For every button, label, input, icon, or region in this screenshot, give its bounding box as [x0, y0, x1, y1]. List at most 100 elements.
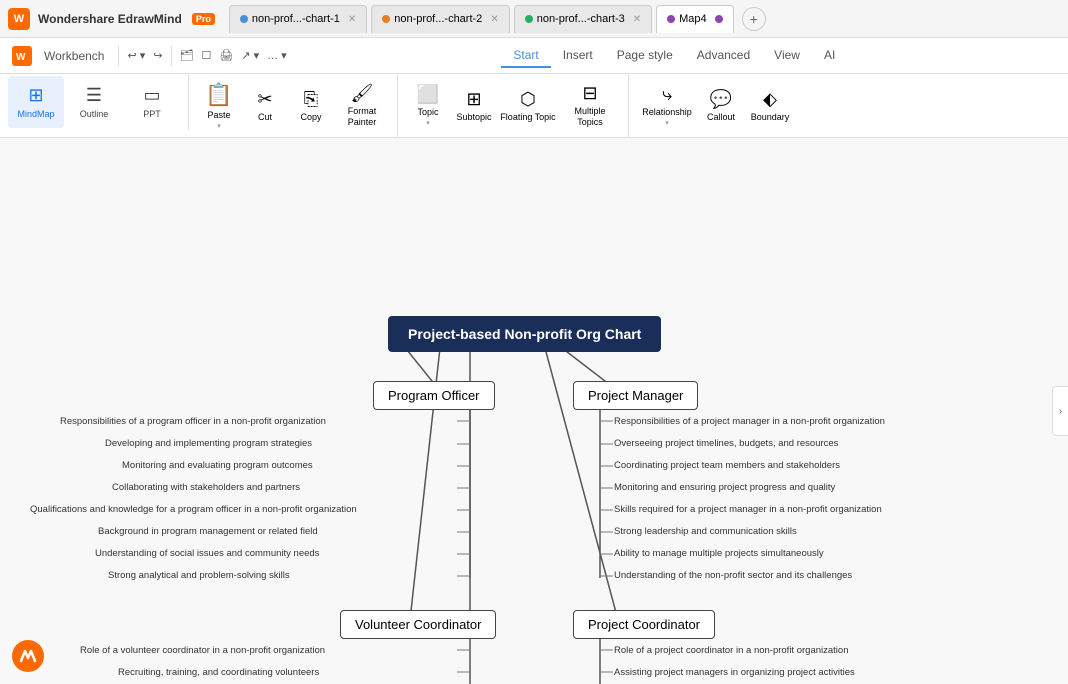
- undo-button[interactable]: ↩ ▾: [125, 45, 147, 66]
- topic-label: Topic: [417, 107, 438, 117]
- expand-panel-button[interactable]: ›: [1052, 386, 1068, 436]
- cut-button[interactable]: ✂ Cut: [243, 80, 287, 132]
- po-item-6: Background in program management or rela…: [98, 526, 318, 537]
- tab-1-label: non-prof...-chart-1: [252, 13, 340, 25]
- nav-tab-view[interactable]: View: [762, 44, 812, 68]
- pc-item-2: Assisting project managers in organizing…: [614, 667, 855, 678]
- tab-1[interactable]: non-prof...-chart-1 ✕: [229, 5, 367, 33]
- outline-icon: ☰: [86, 85, 102, 106]
- po-item-4: Collaborating with stakeholders and part…: [112, 482, 300, 493]
- nav-tab-pagestyle[interactable]: Page style: [605, 44, 685, 68]
- tab-3-close[interactable]: ✕: [633, 14, 641, 25]
- ppt-mode-button[interactable]: ▭ PPT: [124, 76, 180, 128]
- tab-3-dot: [525, 15, 533, 23]
- paste-button[interactable]: 📋 Paste ▾: [197, 80, 241, 132]
- export-button[interactable]: ↗ ▾: [239, 45, 261, 66]
- tab-2-label: non-prof...-chart-2: [394, 13, 482, 25]
- pm-item-2: Overseeing project timelines, budgets, a…: [614, 438, 838, 449]
- project-coordinator-label: Project Coordinator: [588, 617, 700, 632]
- topic-icon: ⬜: [417, 84, 439, 105]
- outline-mode-button[interactable]: ☰ Outline: [66, 76, 122, 128]
- mindmap-label: MindMap: [17, 109, 54, 119]
- project-manager-label: Project Manager: [588, 388, 683, 403]
- paste-icon: 📋: [205, 82, 232, 108]
- tab-3[interactable]: non-prof...-chart-3 ✕: [514, 5, 652, 33]
- mindmap-mode-button[interactable]: ⊞ MindMap: [8, 76, 64, 128]
- boundary-icon: ⬖: [763, 89, 777, 110]
- ppt-icon: ▭: [143, 85, 160, 106]
- svg-text:W: W: [16, 52, 26, 63]
- pro-badge: Pro: [192, 13, 215, 25]
- pm-item-7: Ability to manage multiple projects simu…: [614, 548, 824, 559]
- tab-4[interactable]: Map4: [656, 5, 734, 33]
- new-button[interactable]: ☐: [199, 45, 213, 66]
- nav-tab-ai[interactable]: AI: [812, 44, 847, 68]
- nav-divider-1: [118, 46, 119, 66]
- nav-bar: W Workbench ↩ ▾ ↪ 🗂 ☐ 🖨 ↗ ▾ … ▾ Start In…: [0, 38, 1068, 74]
- topic-button[interactable]: ⬜ Topic ▾: [406, 80, 450, 132]
- nav-tab-start[interactable]: Start: [501, 44, 550, 68]
- copy-icon: ⎘: [304, 89, 318, 110]
- volunteer-coordinator-label: Volunteer Coordinator: [355, 617, 481, 632]
- root-node[interactable]: Project-based Non-profit Org Chart: [388, 316, 661, 352]
- connector-lines: [0, 138, 1068, 684]
- copy-button[interactable]: ⎘ Copy: [289, 80, 333, 132]
- project-manager-node[interactable]: Project Manager: [573, 381, 698, 410]
- callout-button[interactable]: 💬 Callout: [699, 80, 743, 132]
- nav-home-icon: W: [12, 46, 32, 66]
- tab-2[interactable]: non-prof...-chart-2 ✕: [371, 5, 509, 33]
- callout-icon: 💬: [710, 89, 732, 110]
- outline-label: Outline: [80, 109, 109, 119]
- relationship-button[interactable]: ⤷ Relationship ▾: [637, 80, 697, 132]
- multiple-topics-button[interactable]: ⊟ Multiple Topics: [560, 80, 620, 132]
- po-item-5: Qualifications and knowledge for a progr…: [30, 504, 357, 515]
- tab-2-close[interactable]: ✕: [490, 14, 498, 25]
- floating-topic-label: Floating Topic: [500, 112, 555, 123]
- format-painter-icon: 🖌: [351, 83, 374, 104]
- multiple-topics-icon: ⊟: [582, 83, 597, 104]
- program-officer-node[interactable]: Program Officer: [373, 381, 495, 410]
- program-officer-label: Program Officer: [388, 388, 480, 403]
- nav-tab-advanced[interactable]: Advanced: [685, 44, 762, 68]
- file-button[interactable]: 🗂: [178, 45, 196, 66]
- ppt-label: PPT: [143, 109, 161, 119]
- canvas[interactable]: Project-based Non-profit Org Chart Progr…: [0, 138, 1068, 684]
- relationship-icon: ⤷: [662, 84, 672, 105]
- app-name: Wondershare EdrawMind: [38, 12, 182, 26]
- pm-item-6: Strong leadership and communication skil…: [614, 526, 797, 537]
- volunteer-coordinator-node[interactable]: Volunteer Coordinator: [340, 610, 496, 639]
- pm-item-3: Coordinating project team members and st…: [614, 460, 840, 471]
- nav-spacer: Start Insert Page style Advanced View AI: [293, 44, 1056, 68]
- project-coordinator-node[interactable]: Project Coordinator: [573, 610, 715, 639]
- floating-topic-button[interactable]: ⬡ Floating Topic: [498, 80, 558, 132]
- clipboard-section: 📋 Paste ▾ ✂ Cut ⎘ Copy 🖌 Format Painter: [189, 74, 398, 137]
- tab-3-label: non-prof...-chart-3: [537, 13, 625, 25]
- subtopic-label: Subtopic: [456, 112, 491, 122]
- tab-4-dot: [667, 15, 675, 23]
- tab-1-close[interactable]: ✕: [348, 14, 356, 25]
- tab-1-dot: [240, 15, 248, 23]
- more-button[interactable]: … ▾: [265, 45, 289, 66]
- boundary-label: Boundary: [751, 112, 790, 122]
- boundary-button[interactable]: ⬖ Boundary: [745, 80, 795, 132]
- app-logo: W: [8, 8, 30, 30]
- pm-item-4: Monitoring and ensuring project progress…: [614, 482, 835, 493]
- cut-label: Cut: [258, 112, 272, 122]
- title-bar: W Wondershare EdrawMind Pro non-prof...-…: [0, 0, 1068, 38]
- subtopic-button[interactable]: ⊞ Subtopic: [452, 80, 496, 132]
- copy-label: Copy: [300, 112, 321, 122]
- add-tab-button[interactable]: +: [742, 7, 766, 31]
- nav-tab-insert[interactable]: Insert: [551, 44, 605, 68]
- bottom-logo: [12, 640, 44, 672]
- callout-label: Callout: [707, 112, 735, 122]
- pm-item-8: Understanding of the non-profit sector a…: [614, 570, 852, 581]
- tab-4-label: Map4: [679, 13, 707, 25]
- pc-item-1: Role of a project coordinator in a non-p…: [614, 645, 848, 656]
- workbench-button[interactable]: Workbench: [36, 45, 112, 67]
- relation-section: ⤷ Relationship ▾ 💬 Callout ⬖ Boundary: [629, 74, 803, 137]
- paste-dropdown: ▾: [217, 122, 221, 130]
- root-label: Project-based Non-profit Org Chart: [408, 326, 641, 342]
- format-painter-button[interactable]: 🖌 Format Painter: [335, 80, 389, 132]
- print-button[interactable]: 🖨: [217, 45, 235, 66]
- redo-button[interactable]: ↪: [151, 45, 164, 66]
